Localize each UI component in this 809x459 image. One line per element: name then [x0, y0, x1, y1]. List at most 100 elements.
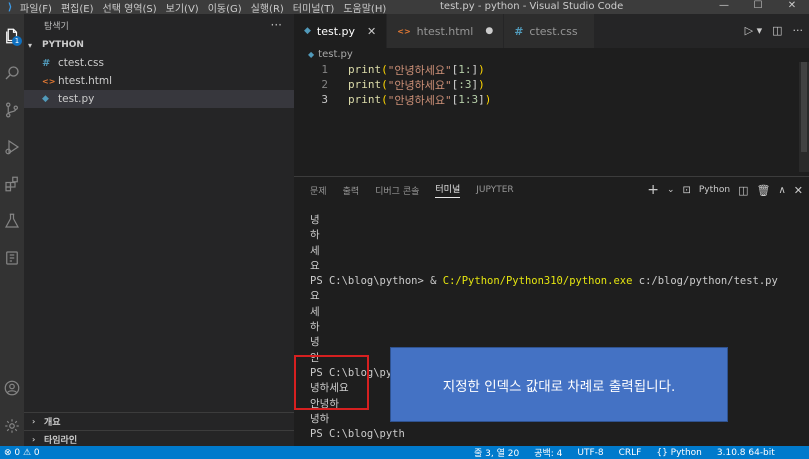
code-paren: ( [381, 93, 388, 106]
tab-problems[interactable]: 문제 [310, 184, 327, 197]
title-bar: ⟩ 파일(F) 편집(E) 선택 영역(S) 보기(V) 이동(G) 실행(R)… [0, 0, 809, 15]
explorer-badge: 1 [12, 36, 22, 46]
problems-status[interactable]: ⊗ 0 ⚠ 0 [4, 448, 40, 458]
terminal-line: 세 [310, 305, 320, 318]
html-file-icon: <> [42, 76, 56, 86]
explorer-title: 탐색기 [44, 21, 69, 32]
file-ctest-css[interactable]: # ctest.css [24, 54, 294, 72]
code-index: 1: [458, 63, 472, 76]
chevron-down-icon[interactable]: ⌄ [667, 185, 675, 195]
maximize-button[interactable]: ☐ [741, 0, 775, 11]
tab-terminal[interactable]: 터미널 [435, 182, 461, 198]
window-title: test.py - python - Visual Studio Code [440, 1, 624, 12]
tab-htest-html[interactable]: <> htest.html ● [387, 14, 505, 48]
line-number: 3 [321, 93, 328, 106]
python-file-icon: ◆ [304, 26, 311, 36]
split-editor-icon[interactable]: ◫ [772, 24, 782, 37]
explorer-icon[interactable]: 1 [0, 24, 24, 48]
tab-ctest-css[interactable]: # ctest.css [504, 14, 595, 48]
close-tab-icon[interactable]: ✕ [367, 25, 376, 38]
new-terminal-icon[interactable]: + [647, 182, 659, 198]
tab-output[interactable]: 출력 [343, 184, 360, 197]
language-mode[interactable]: {} Python [656, 448, 702, 458]
annotation-callout: 지정한 인덱스 값대로 차례로 출력됩니다. [390, 347, 728, 422]
chevron-up-icon[interactable]: ∧ [778, 185, 785, 196]
python-file-icon: ◆ [42, 94, 49, 104]
menu-view[interactable]: 보기(V) [166, 0, 199, 15]
code-function: print [348, 78, 382, 91]
minimize-button[interactable]: — [707, 0, 741, 11]
unsaved-dot-icon[interactable]: ● [485, 26, 493, 36]
code-bracket: ] [478, 93, 485, 106]
tab-debug-console[interactable]: 디버그 콘솔 [375, 184, 419, 197]
account-icon[interactable] [0, 376, 24, 400]
run-debug-icon[interactable] [0, 135, 24, 159]
file-label: test.py [58, 93, 95, 105]
menu-help[interactable]: 도움말(H) [343, 0, 386, 15]
tab-label: htest.html [416, 24, 474, 38]
html-file-icon: <> [397, 26, 411, 36]
code-bracket: ] [471, 78, 479, 91]
explorer-header: 탐색기 ··· [24, 14, 294, 36]
code-bracket: [ [451, 78, 459, 91]
chevron-right-icon: › [32, 435, 36, 444]
terminal-line: 하 [310, 229, 320, 242]
editor-scrollbar[interactable] [799, 62, 809, 172]
file-htest-html[interactable]: <> htest.html [24, 72, 294, 90]
testing-flask-icon[interactable] [0, 209, 24, 233]
terminal-line: 세 [310, 244, 320, 257]
terminal-line: 요 [310, 259, 320, 272]
settings-gear-icon[interactable] [0, 414, 24, 438]
source-control-icon[interactable] [0, 98, 24, 122]
scrollbar-thumb[interactable] [801, 62, 807, 152]
tab-jupyter[interactable]: JUPYTER [476, 185, 513, 195]
menu-selection[interactable]: 선택 영역(S) [103, 0, 157, 15]
trash-icon[interactable]: 🗑 [756, 184, 770, 197]
terminal-command-line: PS C:\blog\python> & C:/Python/Python310… [310, 274, 805, 289]
menu-run[interactable]: 실행(R) [251, 0, 284, 15]
python-interpreter[interactable]: 3.10.8 64-bit [717, 448, 775, 458]
file-test-py[interactable]: ◆ test.py [24, 90, 294, 108]
vscode-logo-icon: ⟩ [7, 1, 13, 13]
menu-terminal[interactable]: 터미널(T) [293, 0, 335, 15]
menu-bar: 파일(F) 편집(E) 선택 영역(S) 보기(V) 이동(G) 실행(R) 터… [20, 0, 386, 15]
remote-explorer-icon[interactable] [0, 246, 24, 270]
close-panel-icon[interactable]: ✕ [794, 184, 803, 197]
extensions-icon[interactable] [0, 172, 24, 196]
code-paren: ) [484, 93, 492, 106]
terminal-line: 요 [310, 290, 320, 303]
code-bracket: [ [451, 93, 459, 106]
folder-label: PYTHON [42, 40, 84, 50]
run-file-icon[interactable]: ▷ ▾ [745, 24, 762, 37]
code-index: :3 [458, 78, 472, 91]
terminal-line: PS C:\blog\pyth [310, 428, 405, 441]
terminal-shell-label[interactable]: Python [699, 185, 730, 195]
code-editor[interactable]: 1 print("안녕하세요"[1:]) 2 print("안녕하세요"[:3]… [294, 62, 799, 107]
encoding-status[interactable]: UTF-8 [577, 448, 603, 458]
outline-section[interactable]: › 개요 [24, 412, 294, 430]
code-string: "안녕하세요" [387, 93, 452, 107]
close-window-button[interactable]: ✕ [775, 0, 809, 11]
breadcrumb: ◆ test.py [294, 46, 353, 62]
split-terminal-icon[interactable]: ◫ [738, 184, 748, 197]
breadcrumb-file[interactable]: test.py [318, 49, 353, 60]
status-right: 줄 3, 열 20 공백: 4 UTF-8 CRLF {} Python 3.1… [474, 446, 775, 459]
css-file-icon: # [42, 57, 51, 69]
menu-file[interactable]: 파일(F) [20, 0, 52, 15]
file-label: ctest.css [58, 57, 104, 69]
search-icon[interactable] [0, 61, 24, 85]
highlight-box [294, 355, 369, 410]
tab-test-py[interactable]: ◆ test.py ✕ [294, 14, 388, 48]
eol-status[interactable]: CRLF [619, 448, 642, 458]
file-label: htest.html [58, 75, 113, 87]
folder-python[interactable]: ▾ PYTHON [24, 36, 294, 54]
more-actions-icon[interactable]: ··· [793, 24, 804, 37]
indentation-status[interactable]: 공백: 4 [534, 446, 562, 459]
more-actions-icon[interactable]: ··· [271, 18, 282, 32]
terminal-shell-icon: ⊡ [682, 184, 691, 196]
menu-go[interactable]: 이동(G) [208, 0, 242, 15]
tab-label: test.py [316, 24, 356, 38]
menu-edit[interactable]: 편집(E) [61, 0, 94, 15]
code-line: 1 print("안녕하세요"[1:]) [294, 62, 799, 77]
cursor-position[interactable]: 줄 3, 열 20 [474, 446, 519, 459]
